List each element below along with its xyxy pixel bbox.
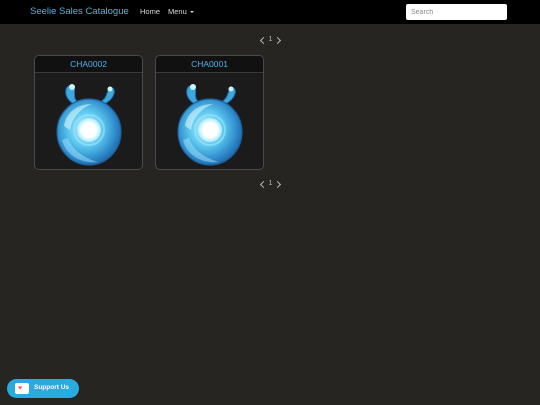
card-title[interactable]: CHA0002: [35, 56, 142, 73]
chevron-right-icon[interactable]: [273, 180, 282, 189]
nav-home-link[interactable]: Home: [140, 7, 160, 16]
chevron-left-icon[interactable]: [259, 180, 268, 189]
support-us-label: Support Us: [34, 384, 70, 391]
page-number[interactable]: 1: [268, 180, 273, 187]
brand-title[interactable]: Seelie Sales Catalogue: [30, 6, 129, 17]
nav-menu-label: Menu: [168, 7, 187, 16]
seelie-icon[interactable]: [52, 78, 126, 168]
catalogue-card[interactable]: CHA0002: [34, 55, 143, 170]
caret-down-icon: [189, 11, 194, 13]
search-input[interactable]: [406, 4, 507, 20]
card-title[interactable]: CHA0001: [156, 56, 263, 73]
nav-menu-dropdown[interactable]: Menu: [168, 7, 194, 16]
chevron-right-icon[interactable]: [273, 36, 282, 45]
pagination-bottom: 1: [256, 180, 286, 190]
chevron-left-icon[interactable]: [259, 36, 268, 45]
heart-mug-icon: ♥: [15, 383, 29, 394]
page-number[interactable]: 1: [268, 36, 273, 43]
catalogue-card[interactable]: CHA0001: [155, 55, 264, 170]
seelie-icon[interactable]: [173, 78, 247, 168]
pagination-top: 1: [256, 36, 286, 46]
support-us-button[interactable]: ♥ Support Us: [7, 379, 79, 398]
top-navbar: Seelie Sales Catalogue Home Menu: [0, 0, 540, 24]
